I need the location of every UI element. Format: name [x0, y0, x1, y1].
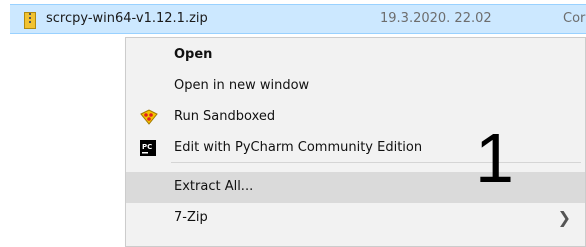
context-menu: Open Open in new window Run Sandboxed PC…	[125, 37, 586, 247]
file-row-scrcpy-zip[interactable]: scrcpy-win64-v1.12.1.zip 19.3.2020. 22.0…	[10, 4, 586, 34]
menu-item-7zip[interactable]: 7-Zip ❯	[126, 203, 585, 234]
menu-item-label: Run Sandboxed	[174, 109, 276, 124]
menu-item-run-sandboxed[interactable]: Run Sandboxed	[126, 102, 585, 133]
menu-item-edit-pycharm[interactable]: PC Edit with PyCharm Community Edition	[126, 133, 585, 164]
menu-separator	[171, 162, 581, 163]
menu-item-label: Edit with PyCharm Community Edition	[174, 140, 423, 155]
pycharm-icon: PC	[140, 140, 156, 156]
file-date-modified: 19.3.2020. 22.02	[380, 11, 492, 26]
menu-item-extract-all[interactable]: Extract All...	[126, 172, 585, 203]
menu-item-label: Open	[174, 47, 213, 62]
menu-item-label: 7-Zip	[174, 210, 208, 225]
annotation-number: 1	[475, 119, 514, 197]
file-type: Cor	[563, 11, 586, 26]
file-name: scrcpy-win64-v1.12.1.zip	[46, 11, 208, 26]
sandboxie-icon	[140, 109, 158, 125]
menu-item-label: Extract All...	[174, 179, 254, 194]
menu-item-open-new-window[interactable]: Open in new window	[126, 71, 585, 102]
chevron-right-icon: ❯	[557, 208, 571, 227]
zip-folder-icon	[24, 12, 36, 29]
menu-item-label: Open in new window	[174, 78, 310, 93]
svg-text:PC: PC	[142, 143, 152, 151]
menu-item-open[interactable]: Open	[126, 40, 585, 71]
